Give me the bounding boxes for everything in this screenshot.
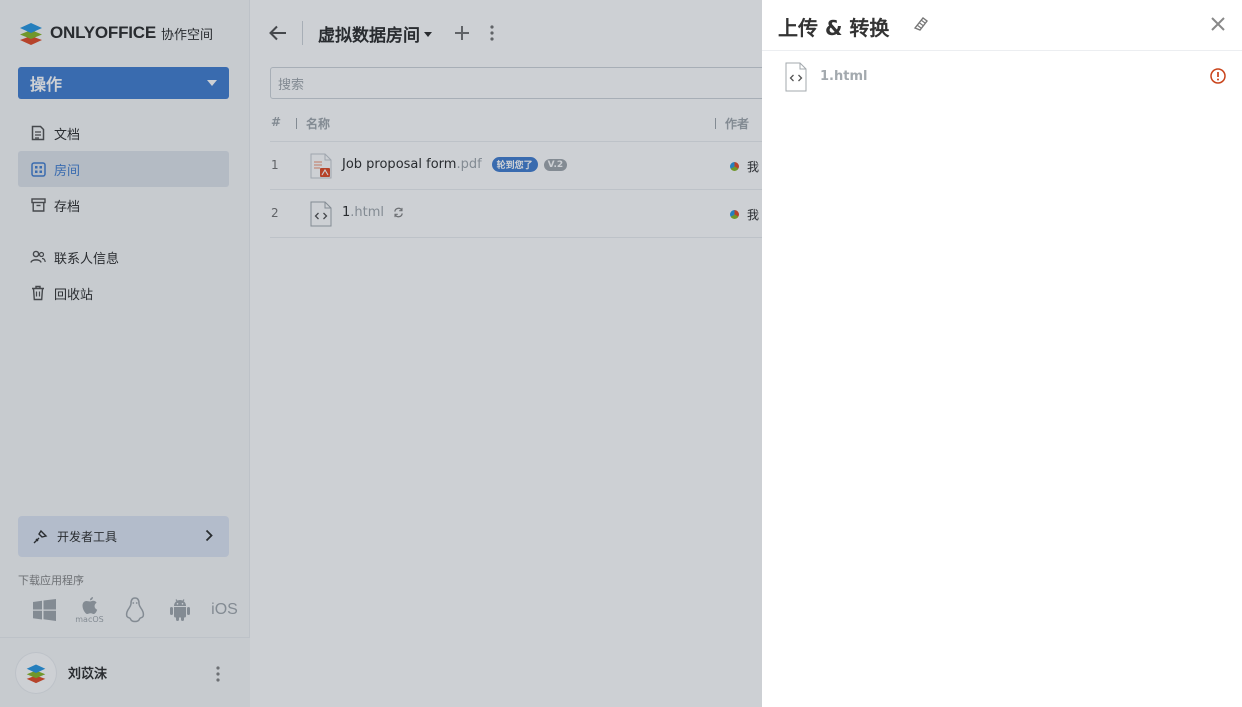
upload-panel: 上传 & 转换 1.html (762, 0, 1242, 707)
panel-title: 上传 & 转换 (778, 16, 890, 40)
panel-header: 上传 & 转换 (762, 0, 1242, 51)
clear-list-icon[interactable] (912, 14, 930, 32)
close-icon[interactable] (1210, 16, 1226, 32)
upload-file-item[interactable]: 1.html (762, 52, 1242, 100)
html-file-icon (785, 62, 807, 92)
app-window: ONLYOFFICE 协作空间 操作 文档 房间 存档 联系人信息 回收站 开发… (0, 0, 1242, 707)
upload-file-name: 1.html (820, 69, 868, 84)
modal-backdrop[interactable] (0, 0, 762, 707)
error-icon[interactable] (1210, 68, 1226, 84)
